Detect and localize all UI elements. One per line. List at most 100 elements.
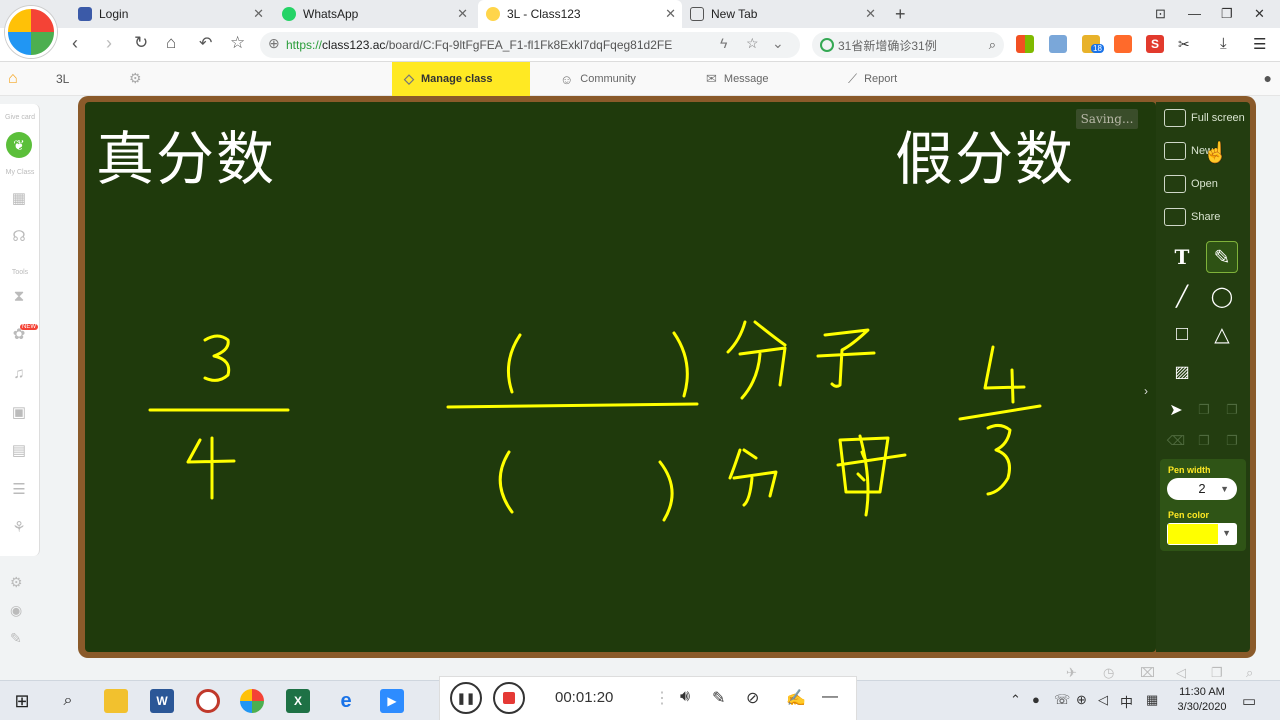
tab-new-tab[interactable]: New Tab ✕ [682, 0, 882, 28]
extension-icon[interactable] [1114, 35, 1132, 53]
scissors-icon[interactable]: ✂ [1178, 36, 1190, 53]
network-icon[interactable]: ☏ [1054, 692, 1070, 708]
open-board-button[interactable]: Open [1164, 173, 1218, 195]
forward-button[interactable]: › [106, 33, 112, 54]
browser-logo-icon[interactable] [5, 6, 57, 58]
layer-icon[interactable]: ❐ [1216, 394, 1248, 426]
chevron-down-icon[interactable]: ⌄ [772, 35, 784, 52]
excel-icon[interactable]: X [286, 689, 310, 713]
star-icon[interactable]: ☆ [746, 35, 759, 52]
search-input[interactable]: 31省新增确诊31例 ⌕ [812, 32, 1004, 58]
new-tab-button[interactable]: + [895, 4, 906, 25]
class-name[interactable]: 3L [56, 72, 69, 86]
user-icon[interactable]: ● [1264, 70, 1272, 86]
search-icon[interactable]: ⌕ [56, 689, 80, 713]
bell-icon[interactable]: ♫ [10, 365, 28, 383]
chevron-right-icon[interactable]: › [1144, 384, 1148, 398]
taskbar-clock[interactable]: 11:30 AM 3/30/2020 [1176, 685, 1228, 715]
chevron-up-icon[interactable]: ⌃ [1010, 692, 1021, 708]
clean-icon[interactable]: ✈ [1066, 665, 1077, 681]
drag-handle-icon[interactable]: ⋮ [654, 688, 670, 708]
settings-icon[interactable]: ⚙ [10, 574, 23, 591]
notification-icon[interactable]: ▭ [1242, 692, 1256, 710]
home-icon[interactable]: ⌂ [8, 70, 24, 87]
menu-icon[interactable]: ☰ [1253, 35, 1266, 53]
home-button[interactable]: ⌂ [166, 33, 176, 53]
ime-indicator[interactable]: 中 [1120, 692, 1133, 711]
download-icon[interactable]: ⤓ [1220, 35, 1227, 52]
pen-tool-icon[interactable]: ✎ [1206, 241, 1238, 273]
microphone-tray-icon[interactable]: ● [1032, 692, 1040, 707]
image-icon[interactable]: ▣ [10, 404, 28, 422]
brush-icon[interactable]: ✎ [10, 630, 22, 647]
speaker-icon[interactable]: 🔊︎ [680, 688, 690, 706]
tab-community[interactable]: ☺ Community [548, 62, 648, 96]
webcam-off-icon[interactable]: ⊘ [746, 688, 759, 708]
globe-icon[interactable]: ⊕ [1076, 692, 1087, 708]
rectangle-tool-icon[interactable]: □ [1166, 318, 1198, 350]
paste-icon[interactable]: ❐ [1216, 425, 1248, 457]
close-icon[interactable]: ✕ [865, 6, 876, 22]
s-extension-icon[interactable]: S [1146, 35, 1164, 53]
search-icon[interactable]: ⌕ [989, 37, 996, 53]
close-window-button[interactable]: ✕ [1254, 6, 1265, 22]
pause-button[interactable]: ❚❚ [450, 682, 482, 714]
bookmark-star-button[interactable]: ☆ [230, 33, 245, 53]
windows-start-icon[interactable]: ⊞ [10, 689, 34, 713]
list-icon[interactable]: ☰ [10, 481, 28, 499]
edge-icon[interactable]: e [334, 689, 358, 713]
trash-icon[interactable]: ⌧ [1140, 665, 1155, 681]
reload-button[interactable]: ↻ [134, 33, 148, 53]
close-icon[interactable]: ✕ [457, 6, 468, 22]
hourglass-icon[interactable]: ⧗ [10, 288, 28, 306]
volume-tray-icon[interactable]: ◁ [1098, 692, 1108, 708]
eye-icon[interactable]: ◉ [10, 602, 22, 619]
minimize-recorder-icon[interactable]: — [822, 688, 838, 706]
file-explorer-icon[interactable] [104, 689, 128, 713]
annotate-icon[interactable]: ✍ [786, 688, 806, 708]
gear-icon[interactable]: ⚙ [129, 70, 142, 87]
maximize-button[interactable]: ❐ [1221, 6, 1233, 22]
circle-tool-icon[interactable]: ◯ [1206, 280, 1238, 312]
zoom-icon[interactable]: ⌕ [1246, 665, 1253, 681]
browser-icon[interactable] [240, 689, 264, 713]
tab-manage-class[interactable]: ◇ Manage class [392, 62, 530, 96]
give-card-button[interactable]: ❦ [6, 132, 32, 158]
microphone-icon[interactable]: ✎ [712, 688, 725, 708]
stop-button[interactable] [493, 682, 525, 714]
headset-icon[interactable]: ☊ [10, 228, 28, 246]
text-tool-icon[interactable]: T [1166, 241, 1198, 273]
share-board-button[interactable]: Share [1164, 206, 1220, 228]
lightning-icon[interactable]: ϟ [720, 35, 727, 51]
line-tool-icon[interactable]: ╱ [1166, 280, 1198, 312]
tab-message[interactable]: ✉ Message [694, 62, 781, 96]
image-tool-icon[interactable]: ▨ [1166, 356, 1198, 388]
minimize-button[interactable]: — [1188, 6, 1201, 21]
collections-icon[interactable]: ⊡ [1155, 6, 1166, 22]
back-button[interactable]: ‹ [72, 33, 78, 54]
tab-report[interactable]: ⟋ Report [836, 62, 909, 96]
media-player-icon[interactable] [196, 689, 220, 713]
keyboard-icon[interactable]: ▦ [1146, 692, 1158, 708]
close-icon[interactable]: ✕ [665, 6, 676, 22]
triangle-tool-icon[interactable]: △ [1206, 318, 1238, 350]
full-screen-button[interactable]: Full screen [1164, 107, 1245, 129]
timer-icon[interactable]: ◷ [1103, 665, 1114, 681]
book-icon[interactable]: ▤ [10, 442, 28, 460]
volume-icon[interactable]: ◁ [1176, 665, 1186, 681]
grid-icon[interactable]: ▦ [10, 190, 28, 208]
pen-color-select[interactable]: ▼ [1167, 523, 1237, 545]
office-extension-icon[interactable] [1016, 35, 1034, 53]
close-icon[interactable]: ✕ [253, 6, 264, 22]
tab-class123[interactable]: 3L - Class123 ✕ [478, 0, 682, 28]
window-icon[interactable]: ❐ [1211, 665, 1223, 681]
undo-close-tab-button[interactable]: ↶ [199, 33, 212, 53]
extension-icon[interactable]: 18 [1082, 35, 1104, 53]
pen-width-select[interactable]: 2 ▼ [1167, 478, 1237, 500]
zoom-app-icon[interactable]: ▶ [380, 689, 404, 713]
tree-icon[interactable]: ⚘ [10, 519, 28, 537]
tab-whatsapp[interactable]: WhatsApp ✕ [274, 0, 474, 28]
extension-icon[interactable] [1049, 35, 1067, 53]
address-bar[interactable]: https://class123.ac/board/C:Fq-9ltFgFEA_… [260, 32, 800, 58]
word-icon[interactable]: W [150, 689, 174, 713]
